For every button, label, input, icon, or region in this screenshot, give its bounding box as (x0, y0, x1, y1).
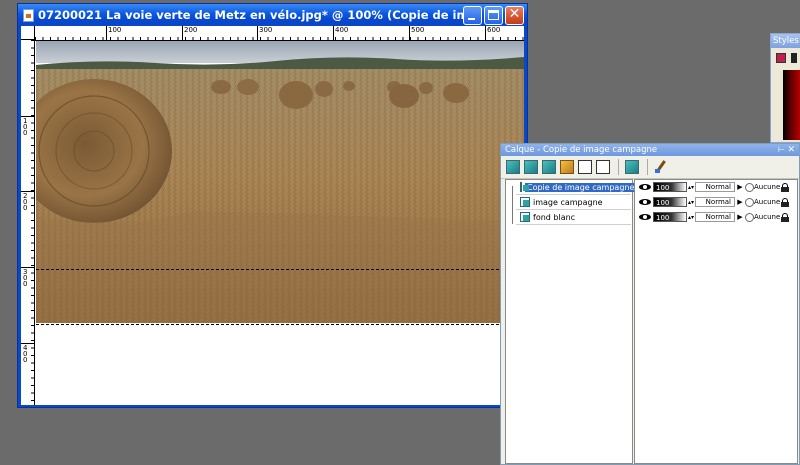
new-art-media-layer-icon[interactable] (542, 160, 556, 174)
new-vector-layer-icon[interactable] (524, 160, 538, 174)
image-canvas[interactable] (36, 41, 524, 405)
layer-group-label: Aucune (754, 213, 781, 221)
blend-mode-select[interactable]: Normal (695, 212, 735, 222)
link-icon[interactable] (745, 197, 754, 207)
ruler-label: 100 (105, 26, 122, 40)
vertical-ruler[interactable]: 1 0 0 2 0 0 3 0 0 4 0 0 (21, 40, 35, 405)
opacity-slider[interactable]: 100 (653, 182, 687, 192)
dropdown-arrow-icon[interactable]: ▶ (736, 212, 744, 222)
layer-name: image campagne (533, 197, 603, 207)
ruler-corner (21, 26, 35, 40)
close-icon: ✕ (508, 5, 521, 22)
close-button[interactable]: ✕ (505, 5, 524, 25)
ruler-label: 500 (408, 26, 425, 40)
new-raster-layer-icon[interactable] (506, 160, 520, 174)
ruler-label: 4 0 0 (21, 343, 34, 364)
styles-panel[interactable]: Styles (770, 33, 800, 143)
new-mask-layer-icon[interactable] (560, 160, 574, 174)
raster-layer-icon (520, 212, 530, 222)
ruler-label: 3 0 0 (21, 267, 34, 288)
hay-bale-field-photo (36, 41, 524, 323)
minimize-icon (468, 17, 475, 20)
opacity-spinner-icon[interactable]: ▴▾ (688, 184, 694, 190)
ruler-label: 400 (332, 26, 349, 40)
visibility-eye-icon[interactable] (639, 198, 651, 206)
layer-list: Copie de image campagne image campagne f… (505, 179, 637, 464)
toolbar-separator (647, 159, 648, 175)
layers-panel-title: Calque - Copie de image campagne (505, 145, 658, 155)
opacity-slider[interactable]: 100 (653, 197, 687, 207)
layers-toolbar (501, 156, 799, 179)
layer-name: fond blanc (533, 212, 576, 222)
layer-properties-row: 100 ▴▾ Normal ▶ Aucune (637, 195, 797, 209)
layer-properties-row: 100 ▴▾ Normal ▶ Aucune (637, 210, 797, 224)
layers-panel-titlebar[interactable]: Calque - Copie de image campagne ⊢ ✕ (501, 144, 799, 156)
brush-icon[interactable] (654, 160, 668, 174)
ruler-label: 2 0 0 (21, 191, 34, 212)
foreground-color-swatch[interactable] (776, 53, 786, 63)
selection-marquee-line (36, 324, 524, 325)
lock-icon[interactable] (781, 197, 789, 207)
toolbar-separator (618, 159, 619, 175)
horizontal-ruler[interactable]: 100 200 300 400 500 600 (35, 26, 524, 41)
maximize-icon (488, 9, 499, 20)
lock-icon[interactable] (781, 212, 789, 222)
layer-name: Copie de image campagne (525, 182, 637, 192)
dropdown-arrow-icon[interactable]: ▶ (736, 182, 744, 192)
link-icon[interactable] (745, 212, 754, 222)
new-group-layer-icon[interactable] (596, 160, 610, 174)
maximize-button[interactable] (484, 5, 503, 25)
pin-icon[interactable]: ⊢ (778, 144, 785, 156)
duplicate-layer-icon[interactable] (625, 160, 639, 174)
image-window-title: 07200021 La voie verte de Metz en vélo.j… (38, 8, 463, 22)
selection-marquee-line (36, 269, 524, 270)
opacity-spinner-icon[interactable]: ▴▾ (688, 214, 694, 220)
raster-layer-icon (520, 182, 529, 192)
ruler-label: 200 (181, 26, 198, 40)
close-icon[interactable]: ✕ (787, 144, 795, 156)
visibility-eye-icon[interactable] (639, 213, 651, 221)
ruler-label: 300 (256, 26, 273, 40)
layer-row[interactable]: image campagne (516, 195, 631, 210)
ruler-label: 1 0 0 (21, 116, 34, 137)
layer-properties-row: 100 ▴▾ Normal ▶ Aucune (637, 180, 797, 194)
layer-row[interactable]: fond blanc (516, 210, 631, 225)
new-adjustment-layer-icon[interactable] (578, 160, 592, 174)
color-spectrum[interactable] (783, 70, 800, 140)
layer-properties-list: 100 ▴▾ Normal ▶ Aucune 100 ▴▾ Normal ▶ A… (634, 179, 798, 464)
link-icon[interactable] (745, 182, 754, 192)
document-icon (23, 8, 34, 22)
blend-mode-select[interactable]: Normal (695, 182, 735, 192)
blend-mode-select[interactable]: Normal (695, 197, 735, 207)
tree-line (512, 186, 513, 224)
minimize-button[interactable] (463, 5, 482, 25)
opacity-slider[interactable]: 100 (653, 212, 687, 222)
image-client-area: 100 200 300 400 500 600 1 0 0 2 0 0 3 0 … (21, 26, 524, 405)
background-color-swatch[interactable] (791, 53, 797, 63)
layer-group-label: Aucune (754, 183, 781, 191)
opacity-spinner-icon[interactable]: ▴▾ (688, 199, 694, 205)
layers-panel[interactable]: Calque - Copie de image campagne ⊢ ✕ Cop… (500, 143, 800, 465)
image-window[interactable]: 07200021 La voie verte de Metz en vélo.j… (17, 3, 528, 408)
layer-row[interactable]: Copie de image campagne (516, 180, 637, 195)
layer-group-label: Aucune (754, 198, 781, 206)
styles-panel-title: Styles (771, 34, 800, 48)
raster-layer-icon (520, 197, 530, 207)
dropdown-arrow-icon[interactable]: ▶ (736, 197, 744, 207)
lock-icon[interactable] (781, 182, 789, 192)
ruler-label: 600 (484, 26, 501, 40)
visibility-eye-icon[interactable] (639, 183, 651, 191)
image-window-titlebar[interactable]: 07200021 La voie verte de Metz en vélo.j… (18, 4, 527, 26)
